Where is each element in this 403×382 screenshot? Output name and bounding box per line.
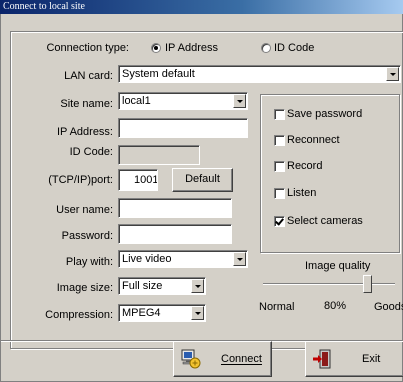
listen-label[interactable]: Listen: [287, 187, 316, 199]
chevron-down-icon[interactable]: [191, 306, 204, 320]
exit-button-label: Exit: [362, 353, 381, 365]
chevron-down-icon[interactable]: [233, 252, 246, 266]
connect-button[interactable]: Connect: [173, 341, 272, 377]
default-port-button[interactable]: Default: [172, 168, 233, 192]
image-quality-track[interactable]: [263, 283, 395, 285]
image-quality-value-label: 80%: [324, 300, 347, 312]
connect-button-label: Connect: [221, 353, 262, 365]
record-label[interactable]: Record: [287, 160, 322, 172]
chevron-down-icon[interactable]: [233, 94, 246, 108]
lan-card-label: LAN card:: [64, 70, 113, 82]
id-code-field: [118, 145, 200, 165]
record-checkbox[interactable]: [274, 161, 285, 172]
radio-ip-address[interactable]: [151, 43, 161, 53]
image-quality-label: Image quality: [305, 260, 371, 272]
play-with-label: Play with:: [65, 256, 113, 268]
chevron-down-icon[interactable]: [191, 279, 204, 293]
site-name-label: Site name:: [60, 98, 113, 110]
image-quality-min-label: Normal: [259, 301, 295, 313]
radio-ip-address-label[interactable]: IP Address: [165, 42, 218, 54]
select-cameras-checkbox[interactable]: [274, 216, 285, 227]
image-size-label: Image size:: [56, 282, 113, 294]
lan-card-value: System default: [122, 68, 195, 80]
password-label: Password:: [61, 230, 113, 242]
compression-select[interactable]: MPEG4: [118, 304, 206, 322]
site-name-value: local1: [122, 95, 151, 107]
user-name-field[interactable]: [118, 198, 232, 218]
exit-button[interactable]: Exit: [305, 341, 403, 377]
reconnect-checkbox[interactable]: [274, 135, 285, 146]
image-quality-slider-thumb[interactable]: [363, 275, 373, 293]
port-field[interactable]: 1001: [118, 169, 158, 191]
user-name-label: User name:: [56, 204, 113, 216]
exit-icon: [311, 348, 333, 370]
image-quality-max-label: Goods: [374, 301, 403, 313]
compression-label: Compression:: [45, 309, 113, 321]
compression-value: MPEG4: [122, 307, 161, 319]
port-label: (TCP/IP)port:: [48, 174, 113, 186]
id-code-label: ID Code:: [69, 146, 113, 158]
listen-checkbox[interactable]: [274, 188, 285, 199]
default-port-button-label: Default: [185, 173, 220, 185]
select-cameras-label[interactable]: Select cameras: [287, 215, 363, 227]
save-password-label[interactable]: Save password: [287, 108, 362, 120]
chevron-down-icon[interactable]: [386, 67, 399, 81]
reconnect-label[interactable]: Reconnect: [287, 134, 340, 146]
ip-address-label: IP Address:: [56, 126, 113, 138]
connect-dialog: Connection type: IP Address ID Code LAN …: [0, 14, 403, 382]
radio-id-code-label[interactable]: ID Code: [274, 42, 314, 54]
site-name-select[interactable]: local1: [118, 92, 248, 110]
save-password-checkbox[interactable]: [274, 109, 285, 120]
play-with-select[interactable]: Live video: [118, 250, 248, 268]
connection-type-label: Connection type:: [46, 42, 129, 54]
lan-card-select[interactable]: System default: [118, 65, 401, 83]
password-field[interactable]: [118, 224, 232, 244]
connect-icon: [180, 348, 202, 370]
radio-id-code[interactable]: [261, 43, 271, 53]
image-size-value: Full size: [122, 280, 163, 292]
play-with-value: Live video: [122, 253, 172, 265]
image-size-select[interactable]: Full size: [118, 277, 206, 295]
ip-address-field[interactable]: [118, 118, 248, 138]
window-title: Connect to local site: [0, 0, 403, 14]
